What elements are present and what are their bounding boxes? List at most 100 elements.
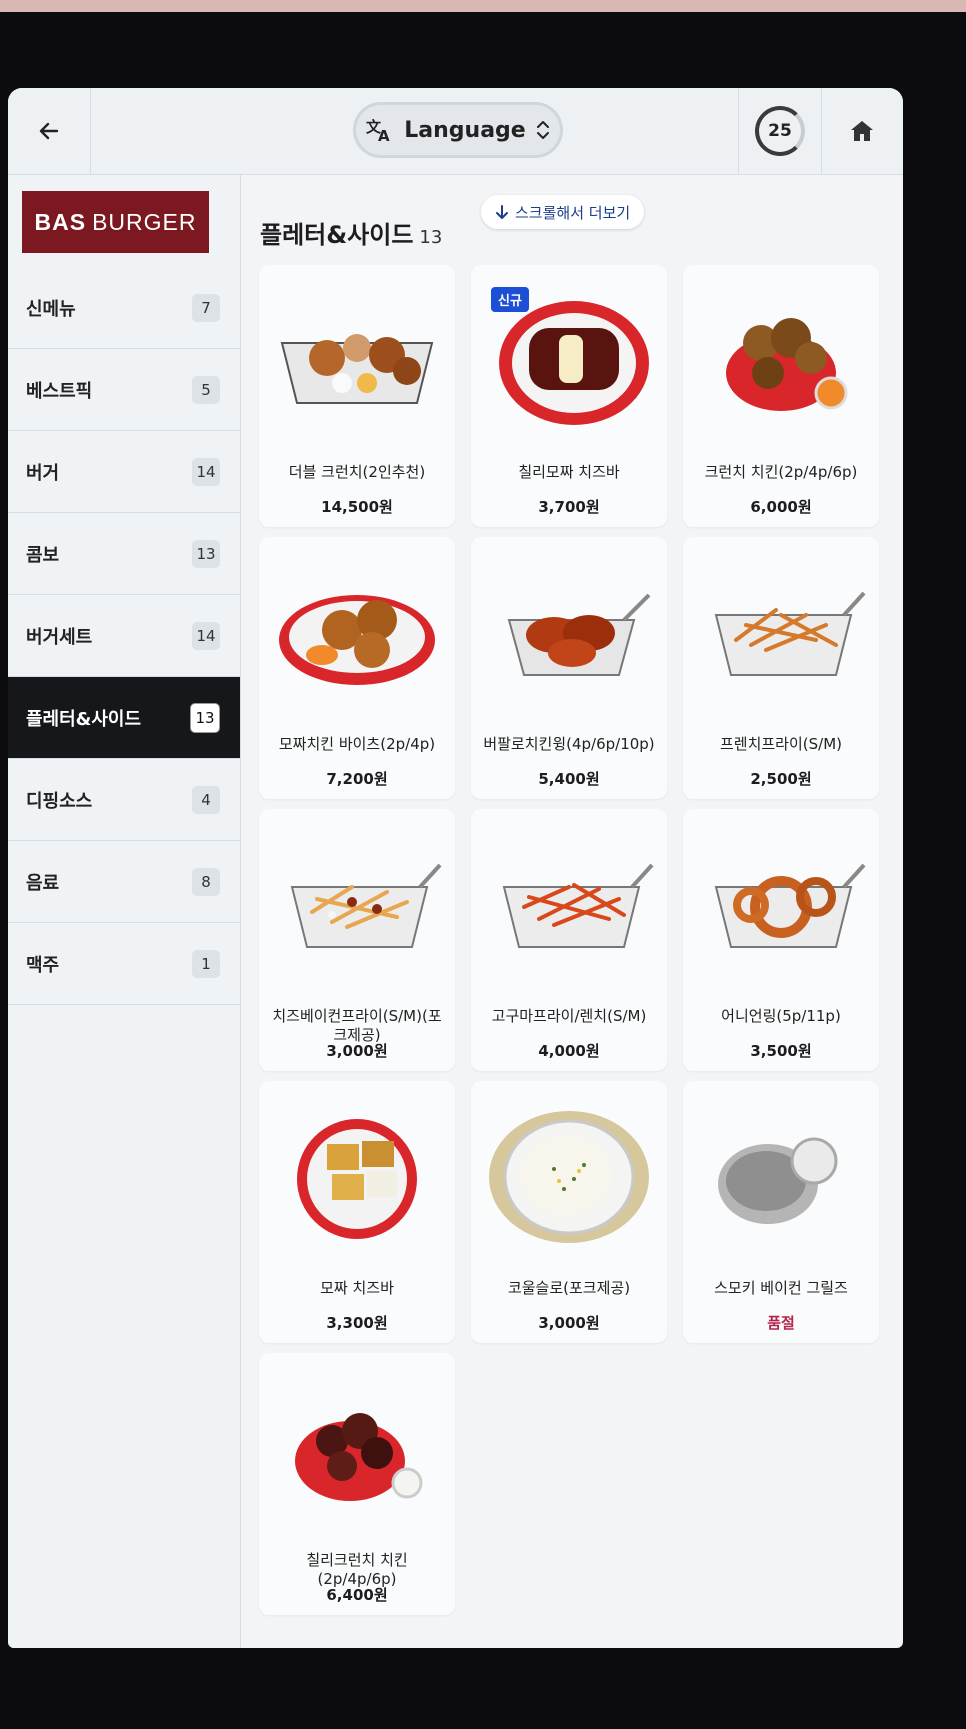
product-card[interactable]: 코울슬로(포크제공) 3,000원 (471, 1081, 667, 1343)
product-card[interactable]: 모짜치킨 바이츠(2p/4p) 7,200원 (259, 537, 455, 799)
product-name: 더블 크런치(2인추천) (288, 463, 426, 481)
page-title-text: 플레터&사이드 (260, 221, 414, 249)
category-count-badge: 13 (192, 539, 220, 568)
new-badge: 신규 (491, 287, 529, 312)
product-card[interactable]: 더블 크런치(2인추천) 14,500원 (259, 265, 455, 527)
timer-ring: 25 (755, 106, 805, 156)
scroll-more-hint[interactable]: 스크롤해서 더보기 (481, 195, 645, 229)
category-count-badge: 14 (192, 621, 220, 650)
category-label: 음료 (26, 872, 60, 894)
product-card[interactable]: 스모키 베이컨 그릴즈 품절 (683, 1081, 879, 1343)
product-price: 4,000원 (538, 1042, 600, 1060)
category-count-badge: 1 (192, 949, 220, 978)
product-image-coleslaw (479, 1089, 659, 1259)
device-bezel-bottom (0, 1650, 966, 1729)
back-button[interactable] (8, 88, 91, 174)
page-title: 플레터&사이드 13 (260, 215, 442, 250)
kiosk-screen: 文 A Language 25 BAS BURGER 신메뉴 7 베스트픽 5 … (8, 88, 903, 1648)
category-count-badge: 13 (190, 702, 220, 733)
product-card[interactable]: 버팔로치킨윙(4p/6p/10p) 5,400원 (471, 537, 667, 799)
category-count-badge: 4 (192, 785, 220, 814)
product-image-sweet-potato-fries (479, 817, 659, 987)
product-name: 프렌치프라이(S/M) (719, 735, 843, 753)
product-price: 3,000원 (326, 1042, 388, 1060)
category-label: 버거세트 (26, 626, 93, 648)
arrow-down-icon (496, 205, 508, 219)
product-name: 스모키 베이컨 그릴즈 (714, 1279, 848, 1297)
product-image-mozza-chicken-bites (267, 545, 447, 715)
product-name: 코울슬로(포크제공) (507, 1279, 631, 1297)
brand-logo-bold: BAS (34, 208, 87, 235)
sidebar-item-burger[interactable]: 버거 14 (8, 431, 240, 513)
brand-logo: BAS BURGER (22, 191, 209, 253)
product-price: 14,500원 (321, 498, 393, 516)
product-name: 고구마프라이/렌치(S/M) (491, 1007, 647, 1025)
product-price: 3,000원 (538, 1314, 600, 1332)
page-title-count: 13 (419, 227, 443, 248)
sidebar-item-platter-side[interactable]: 플레터&사이드 13 (8, 677, 240, 759)
category-label: 플레터&사이드 (26, 708, 142, 730)
product-price: 6,400원 (326, 1586, 388, 1604)
product-name: 칠리모짜 치즈바 (518, 463, 620, 481)
category-label: 버거 (26, 462, 60, 484)
product-card[interactable]: 어니언링(5p/11p) 3,500원 (683, 809, 879, 1071)
product-area: 플레터&사이드 13 스크롤해서 더보기 더블 크런치(2인추천) 14,500… (241, 175, 903, 1648)
product-card[interactable]: 고구마프라이/렌치(S/M) 4,000원 (471, 809, 667, 1071)
language-selector[interactable]: 文 A Language (353, 102, 563, 158)
product-image-cheese-bacon-fries (267, 817, 447, 987)
sidebar-item-burger-set[interactable]: 버거세트 14 (8, 595, 240, 677)
sidebar-item-new-menu[interactable]: 신메뉴 7 (8, 267, 240, 349)
product-image-mozza-cheesebar (267, 1089, 447, 1259)
timer-value: 25 (768, 121, 792, 141)
brand-logo-rest: BURGER (92, 208, 197, 235)
translate-icon: 文 A (366, 118, 390, 143)
product-name: 모짜 치즈바 (320, 1279, 394, 1297)
product-image-french-fries (691, 545, 871, 715)
product-image-crunch-chicken (691, 273, 871, 443)
session-timer: 25 (738, 88, 822, 174)
product-name: 모짜치킨 바이츠(2p/4p) (278, 735, 436, 753)
product-price: 7,200원 (326, 770, 388, 788)
category-label: 신메뉴 (26, 298, 76, 320)
product-price: 2,500원 (750, 770, 812, 788)
soldout-label: 품절 (767, 1314, 795, 1332)
product-card[interactable]: 신규 칠리모짜 치즈바 3,700원 (471, 265, 667, 527)
sidebar-item-best-pick[interactable]: 베스트픽 5 (8, 349, 240, 431)
home-button[interactable] (821, 88, 903, 174)
product-card[interactable]: 칠리크런치 치킨(2p/4p/6p) 6,400원 (259, 1353, 455, 1615)
product-image-chili-crunch-chicken (267, 1361, 447, 1531)
category-list: 신메뉴 7 베스트픽 5 버거 14 콤보 13 버거세트 14 플레터&사이드… (8, 267, 240, 1005)
product-price: 6,000원 (750, 498, 812, 516)
device-bezel-top (0, 0, 966, 12)
svg-text:A: A (378, 127, 390, 143)
product-name: 어니언링(5p/11p) (721, 1007, 841, 1025)
category-label: 베스트픽 (26, 380, 93, 402)
product-price: 5,400원 (538, 770, 600, 788)
product-card[interactable]: 프렌치프라이(S/M) 2,500원 (683, 537, 879, 799)
category-count-badge: 14 (192, 457, 220, 486)
arrow-left-icon (39, 122, 59, 140)
product-image-platter (267, 273, 447, 443)
product-card[interactable]: 모짜 치즈바 3,300원 (259, 1081, 455, 1343)
product-name: 버팔로치킨윙(4p/6p/10p) (483, 735, 655, 753)
product-name: 크런치 치킨(2p/4p/6p) (704, 463, 858, 481)
chevron-updown-icon (536, 121, 549, 139)
product-card[interactable]: 크런치 치킨(2p/4p/6p) 6,000원 (683, 265, 879, 527)
top-bar: 文 A Language 25 (8, 88, 903, 175)
product-price: 3,500원 (750, 1042, 812, 1060)
scroll-hint-label: 스크롤해서 더보기 (515, 203, 631, 222)
product-price: 3,300원 (326, 1314, 388, 1332)
sidebar-item-drinks[interactable]: 음료 8 (8, 841, 240, 923)
product-card[interactable]: 치즈베이컨프라이(S/M)(포크제공) 3,000원 (259, 809, 455, 1071)
category-count-badge: 8 (192, 867, 220, 896)
product-image-smoky-bacon-grills (691, 1089, 871, 1259)
sidebar-item-combo[interactable]: 콤보 13 (8, 513, 240, 595)
sidebar-item-beer[interactable]: 맥주 1 (8, 923, 240, 1005)
category-label: 디핑소스 (26, 790, 93, 812)
sidebar-item-dipping-sauce[interactable]: 디핑소스 4 (8, 759, 240, 841)
product-image-buffalo-wings (479, 545, 659, 715)
category-count-badge: 7 (192, 293, 220, 322)
home-icon (851, 121, 873, 141)
category-label: 맥주 (26, 954, 60, 976)
product-image-onion-rings (691, 817, 871, 987)
